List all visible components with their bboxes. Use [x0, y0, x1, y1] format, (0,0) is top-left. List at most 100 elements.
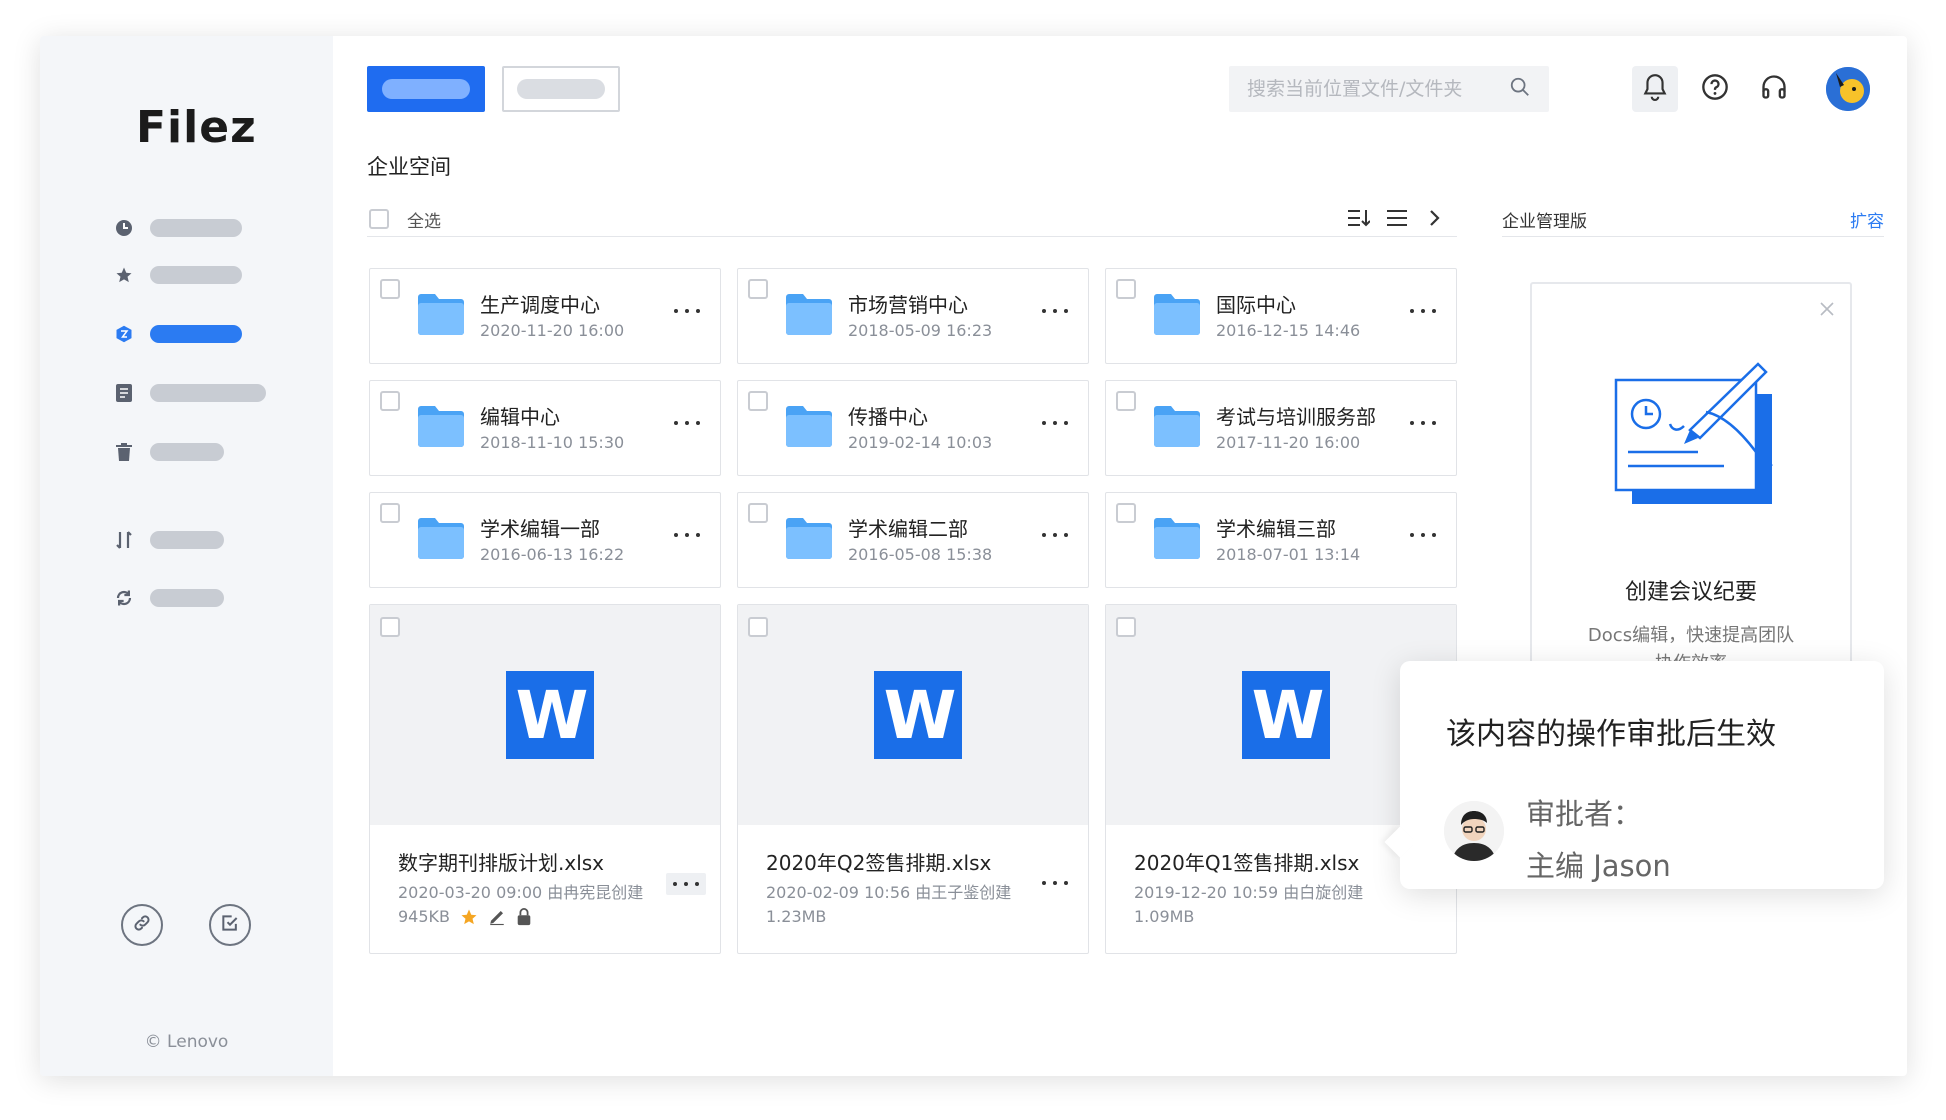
folder-date: 2018-05-09 16:23: [848, 321, 993, 340]
sort-icon: [1348, 208, 1371, 232]
more-options-icon[interactable]: [1042, 881, 1068, 887]
folder-date: 2020-11-20 16:00: [480, 321, 625, 340]
folder-checkbox[interactable]: [380, 391, 400, 411]
file-meta: 2019-12-20 10:59 由白旋创建: [1134, 883, 1364, 902]
folder-card[interactable]: 学术编辑二部 2016-05-08 15:38: [737, 492, 1089, 588]
more-options-icon[interactable]: [1410, 533, 1436, 539]
help-icon: [1701, 73, 1729, 105]
help-button[interactable]: [1692, 66, 1738, 112]
folder-name: 编辑中心: [480, 405, 560, 429]
sidebar-item-favorites[interactable]: [114, 263, 242, 287]
folder-card[interactable]: 学术编辑三部 2018-07-01 13:14: [1105, 492, 1457, 588]
folder-card[interactable]: 国际中心 2016-12-15 14:46: [1105, 268, 1457, 364]
folder-checkbox[interactable]: [380, 279, 400, 299]
approver-label: 审批者：: [1526, 797, 1643, 831]
more-options-icon[interactable]: [674, 533, 700, 539]
folder-name: 市场营销中心: [848, 293, 968, 317]
link-icon: [132, 913, 152, 937]
search-icon[interactable]: [1509, 76, 1531, 102]
file-checkbox[interactable]: [1116, 617, 1136, 637]
expand-panel-button[interactable]: [1423, 209, 1447, 231]
list-view-button[interactable]: [1385, 209, 1409, 231]
sidebar: Filez © Lenovo: [40, 36, 333, 1076]
select-all-label[interactable]: 全选: [407, 207, 441, 232]
search-input[interactable]: [1247, 78, 1509, 100]
star-icon: [460, 908, 478, 926]
more-options-icon[interactable]: [1042, 533, 1068, 539]
file-card[interactable]: W 数字期刊排版计划.xlsx 2020-03-20 09:00 由冉宪昆创建 …: [369, 604, 721, 954]
more-options-icon[interactable]: [1410, 309, 1436, 315]
folder-card[interactable]: 生产调度中心 2020-11-20 16:00: [369, 268, 721, 364]
file-name: 2020年Q1签售排期.xlsx: [1134, 851, 1360, 875]
expand-capacity-link[interactable]: 扩容: [1850, 207, 1884, 232]
trash-icon: [114, 442, 134, 462]
primary-action-button[interactable]: [367, 66, 485, 112]
meeting-notes-illustration: [1614, 362, 1773, 504]
promo-description-line-1: Docs编辑，快速提高团队: [1587, 625, 1795, 646]
folder-checkbox[interactable]: [748, 503, 768, 523]
more-options-icon[interactable]: [1042, 421, 1068, 427]
folder-checkbox[interactable]: [748, 279, 768, 299]
folder-date: 2016-05-08 15:38: [848, 545, 993, 564]
list-icon: [1387, 209, 1407, 231]
file-card[interactable]: W 2020年Q2签售排期.xlsx 2020-02-09 10:56 由王子鉴…: [737, 604, 1089, 954]
more-options-icon[interactable]: [1042, 309, 1068, 315]
folder-checkbox[interactable]: [1116, 391, 1136, 411]
sidebar-item-transfer[interactable]: [114, 528, 224, 552]
more-options-icon[interactable]: [674, 421, 700, 427]
app-logo: Filez: [136, 102, 257, 153]
file-checkbox[interactable]: [748, 617, 768, 637]
sidebar-item-trash[interactable]: [114, 440, 224, 464]
secondary-action-button[interactable]: [502, 66, 620, 112]
sidebar-item-enterprise-space[interactable]: [114, 322, 242, 346]
headset-icon: [1760, 73, 1788, 105]
support-button[interactable]: [1751, 66, 1797, 112]
edit-icon: [488, 908, 506, 926]
sidebar-item-recent[interactable]: [114, 216, 242, 240]
search-box[interactable]: [1229, 66, 1549, 112]
page-title: 企业空间: [367, 155, 451, 179]
sidebar-item-sync[interactable]: [114, 586, 224, 610]
folder-date: 2017-11-20 16:00: [1216, 433, 1361, 452]
folder-name: 学术编辑二部: [848, 517, 968, 541]
more-options-icon[interactable]: [1410, 421, 1436, 427]
approver-name: 主编 Jason: [1526, 849, 1671, 883]
promo-title: 创建会议纪要: [1624, 580, 1757, 605]
sidebar-item-documents[interactable]: [114, 381, 266, 405]
bell-icon: [1642, 73, 1668, 105]
folder-card[interactable]: 市场营销中心 2018-05-09 16:23: [737, 268, 1089, 364]
checklist-icon: [220, 913, 240, 937]
notifications-button[interactable]: [1632, 66, 1678, 112]
select-all-checkbox[interactable]: [369, 209, 389, 229]
folder-card[interactable]: 考试与培训服务部 2017-11-20 16:00: [1105, 380, 1457, 476]
file-size: 945KB: [398, 907, 451, 926]
file-size: 1.23MB: [766, 907, 827, 926]
folder-icon: [786, 294, 832, 335]
task-button[interactable]: [209, 904, 251, 946]
folder-checkbox[interactable]: [748, 391, 768, 411]
link-button[interactable]: [121, 904, 163, 946]
sidebar-item-placeholder: [150, 325, 242, 343]
folder-card[interactable]: 编辑中心 2018-11-10 15:30: [369, 380, 721, 476]
folder-date: 2018-07-01 13:14: [1216, 545, 1361, 564]
folder-icon: [1154, 406, 1200, 447]
folder-checkbox[interactable]: [380, 503, 400, 523]
file-checkbox[interactable]: [380, 617, 400, 637]
sort-button[interactable]: [1347, 209, 1371, 231]
folder-card[interactable]: 传播中心 2019-02-14 10:03: [737, 380, 1089, 476]
more-options-icon[interactable]: [674, 309, 700, 315]
more-options-icon[interactable]: [666, 873, 706, 895]
file-size-row: 945KB: [398, 907, 532, 926]
user-avatar[interactable]: [1826, 67, 1870, 111]
sidebar-item-placeholder: [150, 219, 242, 237]
folder-name: 传播中心: [848, 405, 928, 429]
folder-checkbox[interactable]: [1116, 279, 1136, 299]
promo-card[interactable]: 创建会议纪要 Docs编辑，快速提高团队 协作效率: [1530, 282, 1852, 682]
folder-icon: [1154, 294, 1200, 335]
folder-checkbox[interactable]: [1116, 503, 1136, 523]
folder-date: 2018-11-10 15:30: [480, 433, 625, 452]
lock-icon: [516, 907, 532, 926]
word-document-icon: W: [506, 671, 594, 759]
close-icon[interactable]: [1820, 302, 1834, 316]
folder-card[interactable]: 学术编辑一部 2016-06-13 16:22: [369, 492, 721, 588]
